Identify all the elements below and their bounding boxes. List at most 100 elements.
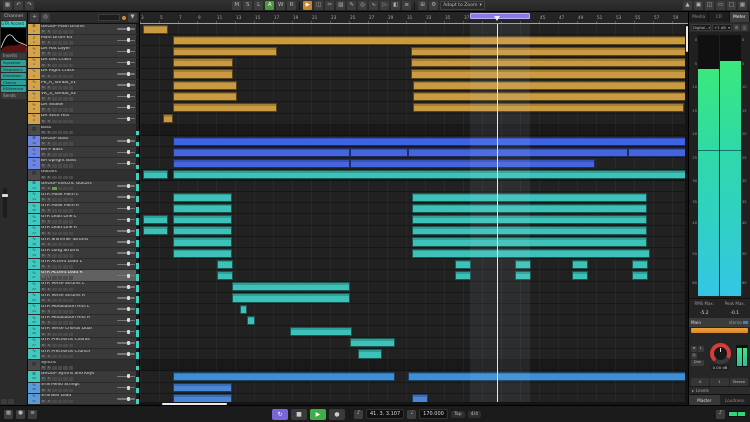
clip-gtr-modulation-hits-l[interactable] xyxy=(240,305,248,314)
clip-ba-upright-bass[interactable] xyxy=(350,159,596,168)
lower-zone-icon[interactable]: ▭ xyxy=(716,1,725,10)
track-row-gtr-prechorus-crunch[interactable]: ∿28GTR Prechorus CrunchMS xyxy=(28,349,139,360)
main-gain-value[interactable]: 0.00 dB xyxy=(711,365,730,370)
mute-button[interactable]: M xyxy=(41,243,46,247)
mute-button[interactable]: M xyxy=(41,64,46,68)
clip-gtr-hook-palm-l[interactable] xyxy=(173,193,232,202)
volume-slider[interactable] xyxy=(116,371,136,381)
channel-tab[interactable]: Channel xyxy=(1,13,26,20)
tab-master[interactable]: Master xyxy=(689,395,720,405)
clip-ba-p-bass[interactable] xyxy=(628,148,686,157)
mute-button[interactable]: M xyxy=(41,288,46,292)
track-mini-button[interactable] xyxy=(63,52,68,56)
track-mini-button[interactable] xyxy=(58,131,63,135)
track-row-syn-mello-strings[interactable]: ∿30SYN Mello StringsMS xyxy=(28,383,139,394)
volume-slider[interactable] xyxy=(116,203,136,213)
track-row-main-drum-kit[interactable]: ♪2Main Drum KitMS xyxy=(28,35,139,46)
insert-slot[interactable]: Frequency xyxy=(1,67,26,73)
solo-button[interactable]: S xyxy=(47,52,52,56)
clip-guitars[interactable] xyxy=(143,170,168,179)
track-row-gtr-accent-lead-l[interactable]: ∿20GTR Accent Lead LMS xyxy=(28,259,139,270)
track-mini-button[interactable] xyxy=(58,265,63,269)
mute-button[interactable]: M xyxy=(41,276,46,280)
track-mini-button[interactable] xyxy=(52,41,57,45)
clip-gtr-prechorus-chords[interactable] xyxy=(350,338,395,347)
volume-slider[interactable] xyxy=(116,69,136,79)
track-row-gtr-prechorus-chords[interactable]: ∿27GTR Prechorus ChordsMS xyxy=(28,338,139,349)
solo-button[interactable]: S xyxy=(47,299,52,303)
clip-gtr-accent-lead-l[interactable] xyxy=(572,260,588,269)
editor-layout-icon[interactable]: ◫ xyxy=(705,1,714,10)
mute-button[interactable]: M xyxy=(41,131,46,135)
track-mini-button[interactable] xyxy=(63,97,68,101)
solo-button[interactable]: S xyxy=(47,310,52,314)
volume-slider[interactable] xyxy=(116,147,136,157)
track-mini-button[interactable] xyxy=(69,265,74,269)
vertical-scrollbar[interactable] xyxy=(685,24,688,405)
clip-gtr-hook-palm-r[interactable] xyxy=(173,204,232,213)
track-mini-button[interactable] xyxy=(69,288,74,292)
track-mini-button[interactable] xyxy=(69,366,74,370)
track-mini-button[interactable] xyxy=(52,333,57,337)
track-mini-button[interactable] xyxy=(63,30,68,34)
clip-main-drum-kit[interactable] xyxy=(173,36,686,45)
track-row-ba-p-bass[interactable]: ∿11BA P BassMS xyxy=(28,147,139,158)
track-mini-button[interactable] xyxy=(63,142,68,146)
volume-slider[interactable] xyxy=(116,35,136,45)
track-mini-button[interactable] xyxy=(69,142,74,146)
track-mini-button[interactable] xyxy=(63,153,68,157)
track-row-gtr-verse-chorus-dual[interactable]: ∿26GTR Verse Chorus DualMS xyxy=(28,326,139,337)
tab-control-room[interactable]: CR xyxy=(709,12,729,22)
filter-icon[interactable]: ▼ xyxy=(128,13,137,22)
track-mini-button[interactable] xyxy=(58,321,63,325)
track-mini-button[interactable] xyxy=(69,86,74,90)
solo-button[interactable]: S xyxy=(47,142,52,146)
track-mini-button[interactable] xyxy=(63,355,68,359)
track-mini-button[interactable] xyxy=(58,153,63,157)
track-mini-button[interactable] xyxy=(58,120,63,124)
track-mini-button[interactable] xyxy=(52,209,57,213)
clip-gtr-verse-strums-l[interactable] xyxy=(232,282,350,291)
redo-icon[interactable]: ↷ xyxy=(25,1,34,10)
play-button[interactable]: ▶ xyxy=(310,409,326,420)
channel-option-button[interactable] xyxy=(8,399,14,404)
track-mini-button[interactable] xyxy=(58,400,63,404)
solo-button[interactable]: S xyxy=(47,265,52,269)
volume-slider[interactable] xyxy=(116,214,136,224)
clip-gtr-accent-lead-l[interactable] xyxy=(217,260,232,269)
track-visibility-box[interactable] xyxy=(98,14,120,21)
track-mini-button[interactable] xyxy=(69,254,74,258)
meter-scale-dropdown[interactable]: +3 dB ▾ xyxy=(712,24,732,31)
track-row-dr-stick-hits[interactable]: ∿9DR Stick HitsMS xyxy=(28,114,139,125)
track-mini-button[interactable] xyxy=(58,176,63,180)
track-row-synths[interactable]: ▤SynthsMS xyxy=(28,360,139,371)
clip-gtr-prechorus-crunch[interactable] xyxy=(358,349,382,358)
track-mini-button[interactable] xyxy=(63,164,68,168)
track-mini-button[interactable] xyxy=(52,321,57,325)
clip-guitars[interactable] xyxy=(173,170,686,179)
insert-slot[interactable]: REVerence xyxy=(1,86,26,92)
mute-button[interactable]: M xyxy=(41,232,46,236)
track-mini-button[interactable] xyxy=(63,333,68,337)
solo-button[interactable]: S xyxy=(47,321,52,325)
track-mini-button[interactable] xyxy=(69,52,74,56)
track-mini-button[interactable] xyxy=(58,389,63,393)
track-row-dr-hat-layer[interactable]: ∿3DR Hat LayerMS xyxy=(28,46,139,57)
track-row-group-electric-guitars[interactable]: ≡13GROUP Electric GuitarsMS xyxy=(28,181,139,192)
track-mini-button[interactable] xyxy=(69,187,74,191)
automation-suspend-button[interactable]: R xyxy=(287,1,296,10)
track-mini-button[interactable] xyxy=(69,164,74,168)
track-mini-button[interactable] xyxy=(52,131,57,135)
clip-gtr-lead-line-r[interactable] xyxy=(412,226,648,235)
volume-slider[interactable] xyxy=(116,270,136,280)
track-mini-button[interactable] xyxy=(63,209,68,213)
track-mini-button[interactable] xyxy=(69,97,74,101)
track-row-guitars[interactable]: ▤GuitarsMS xyxy=(28,170,139,181)
track-row-gtr-long-strums[interactable]: ∿19GTR Long StrumsMS xyxy=(28,248,139,259)
track-mini-button[interactable] xyxy=(69,299,74,303)
track-mini-button[interactable] xyxy=(52,276,57,280)
control-room-main-header[interactable]: Main stereo xyxy=(689,318,750,327)
track-mini-button[interactable] xyxy=(69,310,74,314)
clip-gtr-accent-lead-l[interactable] xyxy=(515,260,531,269)
monitor-a-button[interactable]: A xyxy=(691,378,709,386)
